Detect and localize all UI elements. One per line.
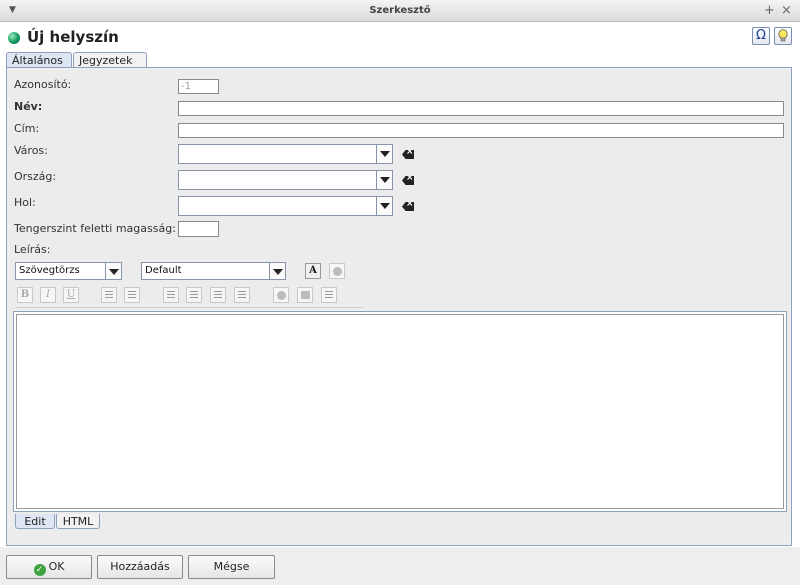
tab-general[interactable]: Általános xyxy=(6,52,72,68)
bold-button[interactable]: B xyxy=(17,287,33,303)
align-center-button[interactable] xyxy=(186,287,202,303)
bullet-list-button[interactable] xyxy=(101,287,117,303)
highlight-button[interactable] xyxy=(329,263,345,279)
bullet-list-icon xyxy=(105,291,113,299)
location-icon xyxy=(8,32,20,44)
general-panel: Azonosító: -1 Név: Cím: Város: Ország: H… xyxy=(6,67,792,546)
dialog-button-bar: ✓ OK Hozzáadás Mégse xyxy=(0,547,800,585)
country-clear-icon[interactable] xyxy=(402,176,414,185)
numbered-list-button[interactable] xyxy=(124,287,140,303)
chevron-down-icon[interactable] xyxy=(376,145,392,163)
name-input[interactable] xyxy=(178,101,784,116)
table-icon xyxy=(325,291,333,299)
address-label: Cím: xyxy=(14,122,40,135)
country-label: Ország: xyxy=(14,170,57,183)
dialog-content: Új helyszín Ω Általános Jegyzetek Azonos… xyxy=(0,22,800,585)
font-select[interactable]: Default xyxy=(141,262,286,280)
align-right-icon xyxy=(214,291,222,299)
special-characters-button[interactable]: Ω xyxy=(752,27,770,45)
id-field: -1 xyxy=(178,79,219,94)
omega-icon: Ω xyxy=(756,28,766,43)
align-justify-button[interactable] xyxy=(234,287,250,303)
numbered-list-icon xyxy=(128,291,136,299)
editor-text-area[interactable] xyxy=(16,314,784,509)
add-button[interactable]: Hozzáadás xyxy=(97,555,183,579)
city-combobox[interactable] xyxy=(178,144,393,164)
lightbulb-icon xyxy=(778,29,788,42)
align-right-button[interactable] xyxy=(210,287,226,303)
city-label: Város: xyxy=(14,144,48,157)
page-title: Új helyszín xyxy=(27,28,119,46)
insert-image-button[interactable] xyxy=(297,287,313,303)
link-icon xyxy=(276,291,286,300)
where-label: Hol: xyxy=(14,196,36,209)
image-icon xyxy=(300,291,310,299)
insert-link-button[interactable] xyxy=(273,287,289,303)
address-input[interactable] xyxy=(178,123,784,138)
font-color-icon: A xyxy=(309,265,317,276)
chevron-down-icon[interactable] xyxy=(376,197,392,215)
altitude-input[interactable] xyxy=(178,221,219,237)
align-justify-icon xyxy=(238,291,246,299)
align-center-icon xyxy=(190,291,198,299)
where-combobox[interactable] xyxy=(178,196,393,216)
paragraph-style-select[interactable]: Szövegtörzs xyxy=(15,262,122,280)
ok-button[interactable]: ✓ OK xyxy=(6,555,92,579)
close-icon[interactable]: × xyxy=(781,3,792,18)
ok-button-label: OK xyxy=(48,560,65,573)
paragraph-style-value: Szövegtörzs xyxy=(19,265,80,276)
where-clear-icon[interactable] xyxy=(402,202,414,211)
check-icon: ✓ xyxy=(33,564,46,576)
align-left-icon xyxy=(167,291,175,299)
id-label: Azonosító: xyxy=(14,78,72,91)
description-label: Leírás: xyxy=(14,243,51,256)
toolbar-divider xyxy=(15,307,363,308)
editor-tab-html[interactable]: HTML xyxy=(56,514,100,529)
font-value: Default xyxy=(145,265,182,276)
description-editor[interactable] xyxy=(13,311,787,512)
underline-button[interactable]: U xyxy=(63,287,79,303)
align-left-button[interactable] xyxy=(163,287,179,303)
editor-tab-edit[interactable]: Edit xyxy=(15,514,55,529)
chevron-down-icon[interactable] xyxy=(269,263,285,279)
text-color-button[interactable]: A xyxy=(305,263,321,279)
chevron-down-icon[interactable] xyxy=(376,171,392,189)
chevron-down-icon[interactable] xyxy=(105,263,121,279)
window-title: Szerkesztő xyxy=(369,5,431,16)
altitude-label: Tengerszint feletti magasság: xyxy=(14,222,176,235)
name-label: Név: xyxy=(14,100,43,113)
tab-notes[interactable]: Jegyzetek xyxy=(73,52,147,68)
hint-button[interactable] xyxy=(774,27,792,45)
italic-button[interactable]: I xyxy=(40,287,56,303)
window-titlebar: ▼ Szerkesztő + × xyxy=(0,0,800,22)
cancel-button[interactable]: Mégse xyxy=(188,555,275,579)
insert-table-button[interactable] xyxy=(321,287,337,303)
maximize-icon[interactable]: + xyxy=(764,3,775,18)
highlight-icon xyxy=(332,267,342,276)
city-clear-icon[interactable] xyxy=(402,150,414,159)
country-combobox[interactable] xyxy=(178,170,393,190)
